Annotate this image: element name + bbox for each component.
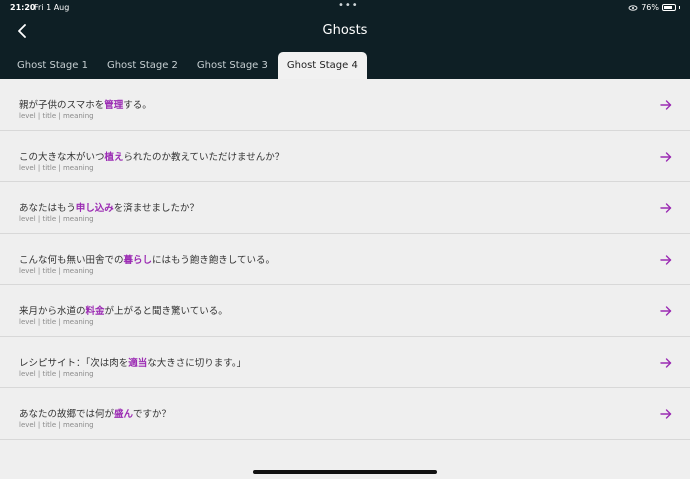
sentence-highlight: 適当 bbox=[128, 357, 148, 369]
arrow-right-icon[interactable] bbox=[660, 254, 672, 266]
home-indicator[interactable] bbox=[253, 470, 437, 474]
sentence-before: この大きな木がいつ bbox=[19, 151, 105, 163]
tab-ghost-stage-4[interactable]: Ghost Stage 4 bbox=[277, 52, 367, 79]
sentence-after: られたのか教えていただけませんか？ bbox=[123, 151, 285, 163]
sentence-highlight: 盛ん bbox=[114, 409, 134, 420]
battery-fill bbox=[664, 6, 672, 9]
sentence-highlight: 管理 bbox=[104, 100, 124, 111]
tab-bar: Ghost Stage 1 Ghost Stage 2 Ghost Stage 3G… bbox=[8, 52, 368, 79]
sentence-list: 親が子供のスマホを管理する。 level | title | meaning この大… bbox=[0, 79, 690, 440]
sentence-meta: level | title | meaning bbox=[19, 215, 94, 223]
arrow-right-icon[interactable] bbox=[660, 408, 672, 420]
sentence-before: あなたの故郷では何が bbox=[19, 409, 115, 420]
sentence-before: 来月から水道の bbox=[19, 306, 86, 317]
sentence-before: あなたはもう bbox=[19, 203, 76, 214]
sentence-after: を済ませましたか？ bbox=[113, 203, 199, 214]
tab-ghost-stage-2[interactable]: Ghost Stage 2 bbox=[98, 52, 187, 79]
sentence-meta: level | title | meaning bbox=[19, 163, 94, 172]
sentence-text: あなたの故郷では何が盛んですか？ bbox=[19, 406, 171, 420]
sentence-text: この大きな木がいつ植えられたのか教えていただけませんか？ bbox=[19, 149, 284, 163]
sentence-highlight: 植え bbox=[104, 151, 124, 163]
sentence-meta: level | title | meaning bbox=[19, 421, 94, 429]
status-right: 76% bbox=[628, 3, 680, 12]
back-button[interactable] bbox=[12, 20, 32, 42]
sentence-highlight: 申し込み bbox=[75, 203, 114, 214]
battery-icon bbox=[662, 4, 676, 11]
sentence-meta: level | title | meaning bbox=[19, 369, 94, 378]
sentence-after: にはもう飽き飽きしている。 bbox=[152, 254, 275, 266]
header: 21:20 Fri 1 Aug ••• 76% Ghosts Ghost Sta… bbox=[0, 0, 690, 79]
list-item[interactable]: あなたの故郷では何が盛んですか？ level | title | meaning bbox=[0, 388, 690, 440]
tab-ghost-stage-1[interactable]: Ghost Stage 1 bbox=[8, 52, 97, 79]
sentence-text: 来月から水道の料金が上がると聞き驚いている。 bbox=[19, 303, 228, 317]
list-item[interactable]: レシピサイト：「次は肉を適当な大きさに切ります。」 level | title |… bbox=[0, 337, 690, 388]
sentence-text: こんな何も無い田舎での暮らしにはもう飽き飽きしている。 bbox=[19, 252, 275, 266]
page-title: Ghosts bbox=[322, 23, 368, 38]
battery-tip bbox=[679, 6, 680, 9]
list-item[interactable]: あなたはもう申し込みを済ませましたか？ level | title | meani… bbox=[0, 182, 690, 234]
sentence-before: こんな何も無い田舎での bbox=[19, 254, 124, 266]
chevron-left-icon bbox=[18, 24, 26, 38]
sentence-after: ですか？ bbox=[133, 409, 172, 420]
sentence-before: 親が子供のスマホを bbox=[19, 100, 105, 111]
list-item[interactable]: 来月から水道の料金が上がると聞き驚いている。 level | title | me… bbox=[0, 285, 690, 337]
status-bar: 21:20 Fri 1 Aug ••• 76% bbox=[0, 0, 690, 14]
sentence-text: レシピサイト：「次は肉を適当な大きさに切ります。」 bbox=[19, 355, 246, 369]
arrow-right-icon[interactable] bbox=[660, 151, 672, 163]
sentence-meta: level | title | meaning bbox=[19, 318, 94, 326]
list-item[interactable]: こんな何も無い田舎での暮らしにはもう飽き飽きしている。 level | title… bbox=[0, 234, 690, 285]
tab-ghost-stage-3[interactable]: Ghost Stage 3 bbox=[188, 52, 277, 79]
sentence-after: する。 bbox=[123, 100, 152, 111]
arrow-right-icon[interactable] bbox=[660, 99, 672, 111]
sentence-highlight: 暮らし bbox=[123, 254, 153, 266]
arrow-right-icon[interactable] bbox=[660, 202, 672, 214]
orientation-lock-icon bbox=[628, 4, 638, 11]
battery-percent: 76% bbox=[641, 3, 659, 12]
list-item[interactable]: 親が子供のスマホを管理する。 level | title | meaning bbox=[0, 79, 690, 131]
list-item[interactable]: この大きな木がいつ植えられたのか教えていただけませんか？ level | titl… bbox=[0, 131, 690, 182]
sentence-before: レシピサイト：「次は肉を bbox=[19, 357, 129, 369]
sentence-meta: level | title | meaning bbox=[19, 112, 94, 120]
sentence-text: 親が子供のスマホを管理する。 bbox=[19, 97, 152, 111]
sentence-highlight: 料金 bbox=[85, 306, 105, 317]
sentence-text: あなたはもう申し込みを済ませましたか？ bbox=[19, 200, 199, 214]
multitasking-dots-icon[interactable]: ••• bbox=[338, 0, 359, 11]
arrow-right-icon[interactable] bbox=[660, 357, 672, 369]
sentence-meta: level | title | meaning bbox=[19, 266, 94, 275]
sentence-after: が上がると聞き驚いている。 bbox=[104, 306, 228, 317]
status-time: 21:20 bbox=[10, 3, 36, 12]
arrow-right-icon[interactable] bbox=[660, 305, 672, 317]
sentence-after: な大きさに切ります。」 bbox=[147, 357, 247, 369]
status-date: Fri 1 Aug bbox=[34, 3, 70, 12]
